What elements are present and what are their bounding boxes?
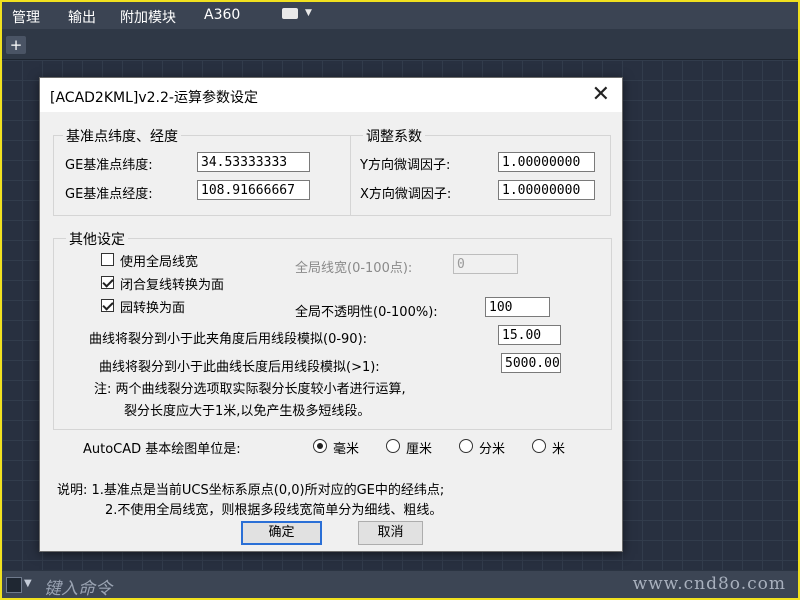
- y-factor-label: Y方向微调因子:: [360, 158, 451, 173]
- close-icon[interactable]: ✕: [592, 82, 610, 107]
- angle-input[interactable]: 15.00: [498, 325, 561, 345]
- lon-input[interactable]: 108.91666667: [197, 180, 310, 200]
- x-factor-label: X方向微调因子:: [360, 187, 452, 202]
- y-factor-input[interactable]: 1.00000000: [498, 152, 595, 172]
- command-input[interactable]: 键入命令: [44, 574, 112, 599]
- opacity-label: 全局不透明性(0-100%):: [295, 305, 438, 320]
- opacity-input[interactable]: 100: [485, 297, 550, 317]
- new-tab-button[interactable]: +: [6, 36, 26, 54]
- unit-m-label: 米: [552, 442, 566, 457]
- explain-line-1: 说明: 1.基准点是当前UCS坐标系原点(0,0)所对应的GE中的经纬点;: [57, 483, 445, 498]
- global-width-input[interactable]: 0: [453, 254, 518, 274]
- closed-polyline-label: 闭合复线转换为面: [120, 278, 225, 293]
- use-global-width-checkbox[interactable]: [101, 253, 114, 266]
- file-tab-strip: +: [2, 29, 798, 60]
- chat-icon[interactable]: [282, 8, 298, 19]
- units-label: AutoCAD 基本绘图单位是:: [83, 442, 241, 457]
- ok-button[interactable]: 确定: [241, 521, 322, 545]
- menu-manage[interactable]: 管理: [12, 7, 40, 27]
- cancel-button[interactable]: 取消: [358, 521, 423, 545]
- note-line-2: 裂分长度应大于1米,以免产生极多短线段。: [124, 404, 371, 419]
- command-line: ▼ 键入命令 www.cnd8o.com: [2, 571, 798, 599]
- chevron-down-icon[interactable]: ▼: [24, 578, 32, 589]
- length-label: 曲线将裂分到小于此曲线长度后用线段模拟(>1):: [99, 360, 380, 375]
- circle-to-face-label: 园转换为面: [120, 301, 186, 316]
- unit-dm-label: 分米: [479, 442, 506, 457]
- x-factor-input[interactable]: 1.00000000: [498, 180, 595, 200]
- angle-label: 曲线将裂分到小于此夹角度后用线段模拟(0-90):: [89, 332, 368, 347]
- ref-point-group: [53, 135, 351, 216]
- global-width-label: 全局线宽(0-100点):: [295, 261, 413, 276]
- settings-dialog: [ACAD2KML]v2.2-运算参数设定 ✕ 基准点纬度、经度 GE基准点纬度…: [39, 77, 623, 552]
- unit-cm-radio[interactable]: [386, 439, 400, 453]
- unit-m-radio[interactable]: [532, 439, 546, 453]
- other-settings-title: 其他设定: [66, 229, 128, 249]
- unit-dm-radio[interactable]: [459, 439, 473, 453]
- use-global-width-label: 使用全局线宽: [120, 255, 199, 270]
- lat-input[interactable]: 34.53333333: [197, 152, 310, 172]
- ribbon-menu-bar: 管理 输出 附加模块 A360 ▼: [2, 2, 798, 29]
- lat-label: GE基准点纬度:: [65, 158, 153, 173]
- command-icon[interactable]: [6, 577, 22, 593]
- lon-label: GE基准点经度:: [65, 187, 153, 202]
- adjust-group: [350, 135, 611, 216]
- chevron-down-icon[interactable]: ▼: [305, 8, 312, 18]
- menu-output[interactable]: 输出: [68, 7, 96, 27]
- dialog-title: [ACAD2KML]v2.2-运算参数设定: [50, 90, 258, 106]
- unit-cm-label: 厘米: [406, 442, 433, 457]
- note-line-1: 注: 两个曲线裂分选项取实际裂分长度较小者进行运算,: [94, 382, 406, 397]
- length-input[interactable]: 5000.00: [501, 353, 561, 373]
- explain-line-2: 2.不使用全局线宽，则根据多段线宽简单分为细线、粗线。: [105, 503, 443, 518]
- unit-mm-radio[interactable]: [313, 439, 327, 453]
- circle-to-face-checkbox[interactable]: [101, 299, 114, 312]
- menu-addins[interactable]: 附加模块: [120, 7, 176, 27]
- closed-polyline-checkbox[interactable]: [101, 276, 114, 289]
- unit-mm-label: 毫米: [333, 442, 360, 457]
- watermark-text: www.cnd8o.com: [632, 574, 786, 594]
- adjust-group-title: 调整系数: [363, 126, 425, 146]
- menu-a360[interactable]: A360: [204, 7, 240, 23]
- dialog-titlebar: [ACAD2KML]v2.2-运算参数设定 ✕: [40, 78, 622, 112]
- ref-point-group-title: 基准点纬度、经度: [63, 126, 181, 146]
